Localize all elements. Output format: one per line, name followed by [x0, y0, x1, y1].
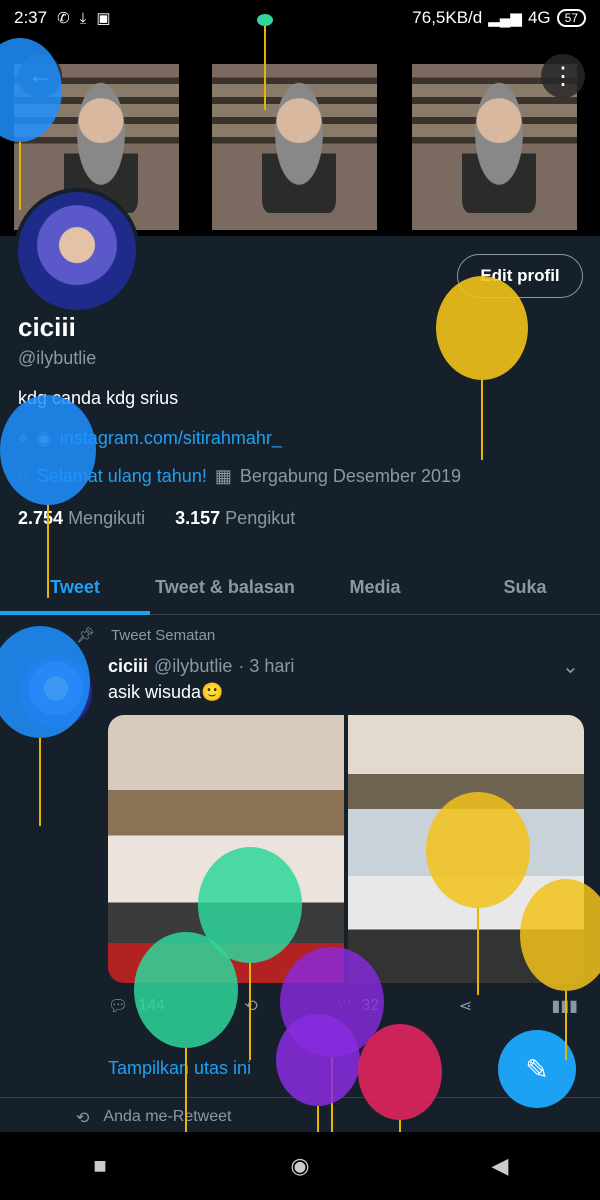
tweet-text: asik wisuda🙂 — [108, 682, 224, 702]
back-nav-button[interactable]: ◀ — [470, 1153, 530, 1179]
tweet-actions: 💬︎ 144 ⟲ ♡ 32 ⋖ ▮▮▮ — [108, 996, 578, 1016]
whatsapp-icon: ✆ — [57, 10, 70, 27]
tab-tweet-replies[interactable]: Tweet & balasan — [150, 560, 300, 614]
followers-link[interactable]: 3.157 Pengikut — [175, 508, 295, 529]
chevron-down-icon[interactable]: ⌄ — [562, 654, 579, 679]
more-options-button[interactable]: ⋮ — [541, 54, 585, 98]
tab-media[interactable]: Media — [300, 560, 450, 614]
status-bar: 2:37 ✆ ⤓ ▣ 76,5KB/d ▂▄▆ 4G 57 — [0, 0, 600, 36]
network-type: 4G — [527, 8, 551, 27]
profile-link-row: ⌖ ◉ instagram.com/sitirahmahr_ — [18, 428, 282, 449]
circle-icon: ◉ — [290, 1153, 310, 1178]
balloon-icon — [358, 1024, 442, 1132]
share-icon: ⋖ — [458, 998, 473, 1015]
tweet-image-2[interactable] — [348, 715, 584, 983]
back-button[interactable]: ← — [18, 54, 62, 98]
retweet-button[interactable]: ⟲ — [244, 996, 257, 1016]
reply-count: 144 — [138, 997, 166, 1014]
pinned-label: Tweet Sematan — [111, 626, 216, 644]
status-time: 2:37 — [14, 8, 48, 27]
tweet-header: ciciii @ilybutlie · 3 hari — [108, 656, 294, 677]
notification-icon: ▣ — [96, 10, 111, 27]
following-link[interactable]: 2.754 Mengikuti — [18, 508, 145, 529]
birthday-link[interactable]: Selamat ulang tahun! — [37, 466, 207, 487]
reply-button[interactable]: 💬︎ 144 — [108, 996, 165, 1016]
header-photo-2 — [212, 64, 377, 230]
more-vertical-icon: ⋮ — [551, 62, 575, 90]
profile-tabs: Tweet Tweet & balasan Media Suka — [0, 560, 600, 615]
profile-meta-row: ◌ Selamat ulang tahun! ▦ Bergabung Desem… — [18, 466, 461, 487]
calendar-icon: ▦ — [214, 466, 232, 486]
profile-name: ciciii — [18, 312, 76, 342]
balloon-icon: ◌ — [18, 466, 29, 486]
triangle-back-icon: ◀ — [491, 1153, 509, 1178]
retweet-label: Anda me-Retweet — [103, 1108, 232, 1125]
tweet-image-1[interactable] — [108, 715, 344, 983]
retweet-notice: ⟲ Anda me-Retweet — [76, 1108, 231, 1128]
profile-avatar[interactable] — [14, 188, 140, 314]
show-thread-link[interactable]: Tampilkan utas ini — [108, 1058, 251, 1079]
like-count: 32 — [361, 997, 380, 1014]
battery-icon: 57 — [556, 9, 586, 27]
retweet-icon: ⟲ — [244, 998, 258, 1015]
analytics-icon: ▮▮▮ — [551, 998, 578, 1015]
heart-icon: ♡ — [337, 998, 352, 1015]
tweet-media[interactable] — [108, 715, 584, 983]
recent-apps-button[interactable]: ■ — [70, 1153, 130, 1179]
tweet-avatar[interactable] — [20, 656, 92, 728]
balloon-icon — [276, 1014, 360, 1132]
tweet-author-handle: @ilybutlie — [154, 656, 233, 676]
arrow-left-icon: ← — [28, 62, 52, 89]
panda-icon: ◉ — [36, 428, 52, 448]
square-icon: ■ — [93, 1153, 107, 1178]
joined-date: Bergabung Desember 2019 — [239, 466, 461, 486]
follow-counts: 2.754 Mengikuti 3.157 Pengikut — [18, 508, 295, 529]
tab-tweet[interactable]: Tweet — [0, 560, 150, 615]
retweet-icon: ⟲ — [76, 1110, 90, 1127]
reply-icon: 💬︎ — [108, 998, 129, 1015]
edit-profile-button[interactable]: Edit profil — [457, 254, 583, 298]
pinned-label-row: 📌︎ Tweet Sematan — [76, 626, 216, 645]
signal-icon: ▂▄▆ — [488, 10, 522, 27]
android-navigation-bar: ■ ◉ ◀ — [0, 1132, 600, 1200]
balloon-icon — [436, 276, 528, 460]
pin-icon: 📌︎ — [76, 627, 96, 644]
profile-bio: kdg canda kdg srius — [18, 388, 179, 408]
tab-likes[interactable]: Suka — [450, 560, 600, 614]
compose-icon: ✎ — [525, 1053, 549, 1085]
profile-handle: @ilybutlie — [18, 348, 97, 368]
like-button[interactable]: ♡ 32 — [337, 996, 379, 1016]
download-icon: ⤓ — [79, 9, 87, 27]
profile-link[interactable]: instagram.com/sitirahmahr_ — [60, 428, 282, 449]
network-speed: 76,5KB/d — [412, 8, 483, 27]
location-icon: ⌖ — [18, 428, 29, 448]
tweet-author-name: ciciii — [108, 656, 149, 676]
home-button[interactable]: ◉ — [270, 1153, 330, 1179]
share-button[interactable]: ⋖ — [459, 996, 472, 1016]
tweet-time: · 3 hari — [238, 656, 295, 676]
compose-tweet-button[interactable]: ✎ — [498, 1030, 576, 1108]
analytics-button[interactable]: ▮▮▮ — [552, 996, 578, 1016]
